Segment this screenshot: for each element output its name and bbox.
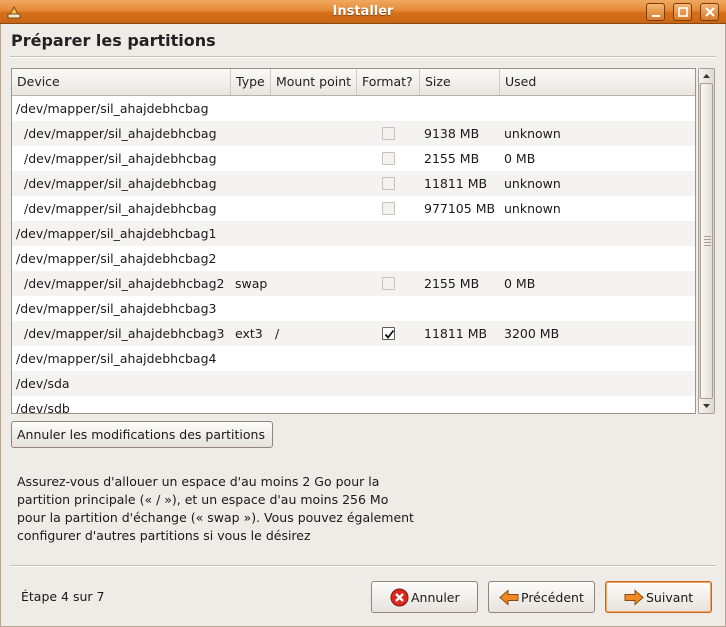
revert-partitions-button[interactable]: Annuler les modifications des partitions (11, 421, 273, 448)
scroll-up-arrow[interactable] (699, 69, 714, 83)
scroll-down-arrow[interactable] (699, 399, 714, 413)
close-button[interactable] (700, 3, 719, 21)
partition-table[interactable]: Device Type Mount point Format? Size Use… (11, 68, 696, 414)
cell-device: /dev/mapper/sil_ahajdebhcbag3 (24, 326, 225, 341)
footer-separator (10, 565, 716, 567)
revert-partitions-label: Annuler les modifications des partitions (17, 427, 265, 442)
cell-used: 0 MB (504, 151, 536, 166)
forward-label: Suivant (646, 590, 694, 605)
cell-device: /dev/mapper/sil_ahajdebhcbag (24, 176, 217, 191)
cell-type: ext3 (235, 326, 263, 341)
page-title: Préparer les partitions (11, 31, 216, 50)
format-checkbox[interactable] (382, 277, 395, 290)
table-row[interactable]: /dev/mapper/sil_ahajdebhcbag (12, 96, 695, 121)
step-indicator: Étape 4 sur 7 (21, 589, 105, 604)
cell-device: /dev/mapper/sil_ahajdebhcbag2 (16, 251, 217, 266)
table-row[interactable]: /dev/mapper/sil_ahajdebhcbag 977105 MB unk… (12, 196, 695, 221)
cell-device: /dev/mapper/sil_ahajdebhcbag3 (16, 301, 217, 316)
cell-size: 11811 MB (424, 326, 488, 341)
cell-used: unknown (504, 126, 561, 141)
cell-size: 2155 MB (424, 276, 480, 291)
arrow-left-icon (499, 589, 519, 606)
cell-device: /dev/sda (16, 376, 70, 391)
forward-button[interactable]: Suivant (605, 581, 712, 613)
table-row[interactable]: /dev/mapper/sil_ahajdebhcbag4 (12, 346, 695, 371)
window-title: Installer (332, 4, 394, 19)
header-separator (10, 56, 716, 58)
cell-device: /dev/sdb (16, 401, 70, 414)
partition-instructions: Assurez-vous d'allouer un espace d'au mo… (17, 474, 414, 543)
table-row[interactable]: /dev/mapper/sil_ahajdebhcbag2 (12, 246, 695, 271)
column-header-device[interactable]: Device (12, 69, 231, 95)
cell-size: 977105 MB (424, 201, 496, 216)
cell-mount-point: / (275, 326, 280, 341)
arrow-right-icon (624, 589, 644, 606)
table-header: Device Type Mount point Format? Size Use… (12, 69, 695, 96)
cell-device: /dev/mapper/sil_ahajdebhcbag (16, 101, 209, 116)
format-checkbox[interactable] (382, 202, 395, 215)
table-row[interactable]: /dev/mapper/sil_ahajdebhcbag1 (12, 221, 695, 246)
cell-device: /dev/mapper/sil_ahajdebhcbag1 (16, 226, 217, 241)
table-row[interactable]: /dev/mapper/sil_ahajdebhcbag 9138 MB unkno… (12, 121, 695, 146)
cell-type: swap (235, 276, 268, 291)
cell-device: /dev/mapper/sil_ahajdebhcbag (24, 201, 217, 216)
cancel-label: Annuler (411, 590, 460, 605)
scrollbar-thumb[interactable] (700, 83, 713, 399)
minimize-button[interactable] (646, 3, 665, 21)
column-header-type[interactable]: Type (231, 69, 271, 95)
table-row[interactable]: /dev/sda (12, 371, 695, 396)
table-vertical-scrollbar[interactable] (698, 68, 715, 414)
cell-size: 11811 MB (424, 176, 488, 191)
table-row[interactable]: /dev/mapper/sil_ahajdebhcbag3 ext3 / 11811 … (12, 321, 695, 346)
format-checkbox[interactable] (382, 327, 395, 340)
column-header-mount-point[interactable]: Mount point (271, 69, 357, 95)
cell-device: /dev/mapper/sil_ahajdebhcbag (24, 151, 217, 166)
cell-used: unknown (504, 201, 561, 216)
title-bar[interactable]: Installer (0, 0, 726, 24)
table-body: /dev/mapper/sil_ahajdebhcbag/dev/mapper/… (12, 96, 695, 414)
cell-device: /dev/mapper/sil_ahajdebhcbag4 (16, 351, 217, 366)
cancel-icon (390, 588, 409, 607)
checkmark-icon (384, 329, 395, 339)
format-checkbox[interactable] (382, 127, 395, 140)
table-row[interactable]: /dev/mapper/sil_ahajdebhcbag 2155 MB 0 MB (12, 146, 695, 171)
cell-used: unknown (504, 176, 561, 191)
cell-size: 9138 MB (424, 126, 480, 141)
cell-used: 3200 MB (504, 326, 560, 341)
column-header-size[interactable]: Size (420, 69, 500, 95)
table-row[interactable]: /dev/mapper/sil_ahajdebhcbag 11811 MB unkn… (12, 171, 695, 196)
maximize-button[interactable] (673, 3, 692, 21)
cancel-button[interactable]: Annuler (371, 581, 478, 613)
cell-device: /dev/mapper/sil_ahajdebhcbag2 (24, 276, 225, 291)
table-row[interactable]: /dev/mapper/sil_ahajdebhcbag2 swap 2155 MB… (12, 271, 695, 296)
cell-used: 0 MB (504, 276, 536, 291)
arrow-down-icon (703, 404, 710, 408)
table-row[interactable]: /dev/mapper/sil_ahajdebhcbag3 (12, 296, 695, 321)
format-checkbox[interactable] (382, 177, 395, 190)
column-header-format[interactable]: Format? (357, 69, 420, 95)
column-header-used[interactable]: Used (500, 69, 695, 95)
back-label: Précédent (521, 590, 584, 605)
arrow-up-icon (703, 74, 710, 78)
cell-size: 2155 MB (424, 151, 480, 166)
format-checkbox[interactable] (382, 152, 395, 165)
back-button[interactable]: Précédent (488, 581, 595, 613)
cell-device: /dev/mapper/sil_ahajdebhcbag (24, 126, 217, 141)
table-row[interactable]: /dev/sdb (12, 396, 695, 414)
